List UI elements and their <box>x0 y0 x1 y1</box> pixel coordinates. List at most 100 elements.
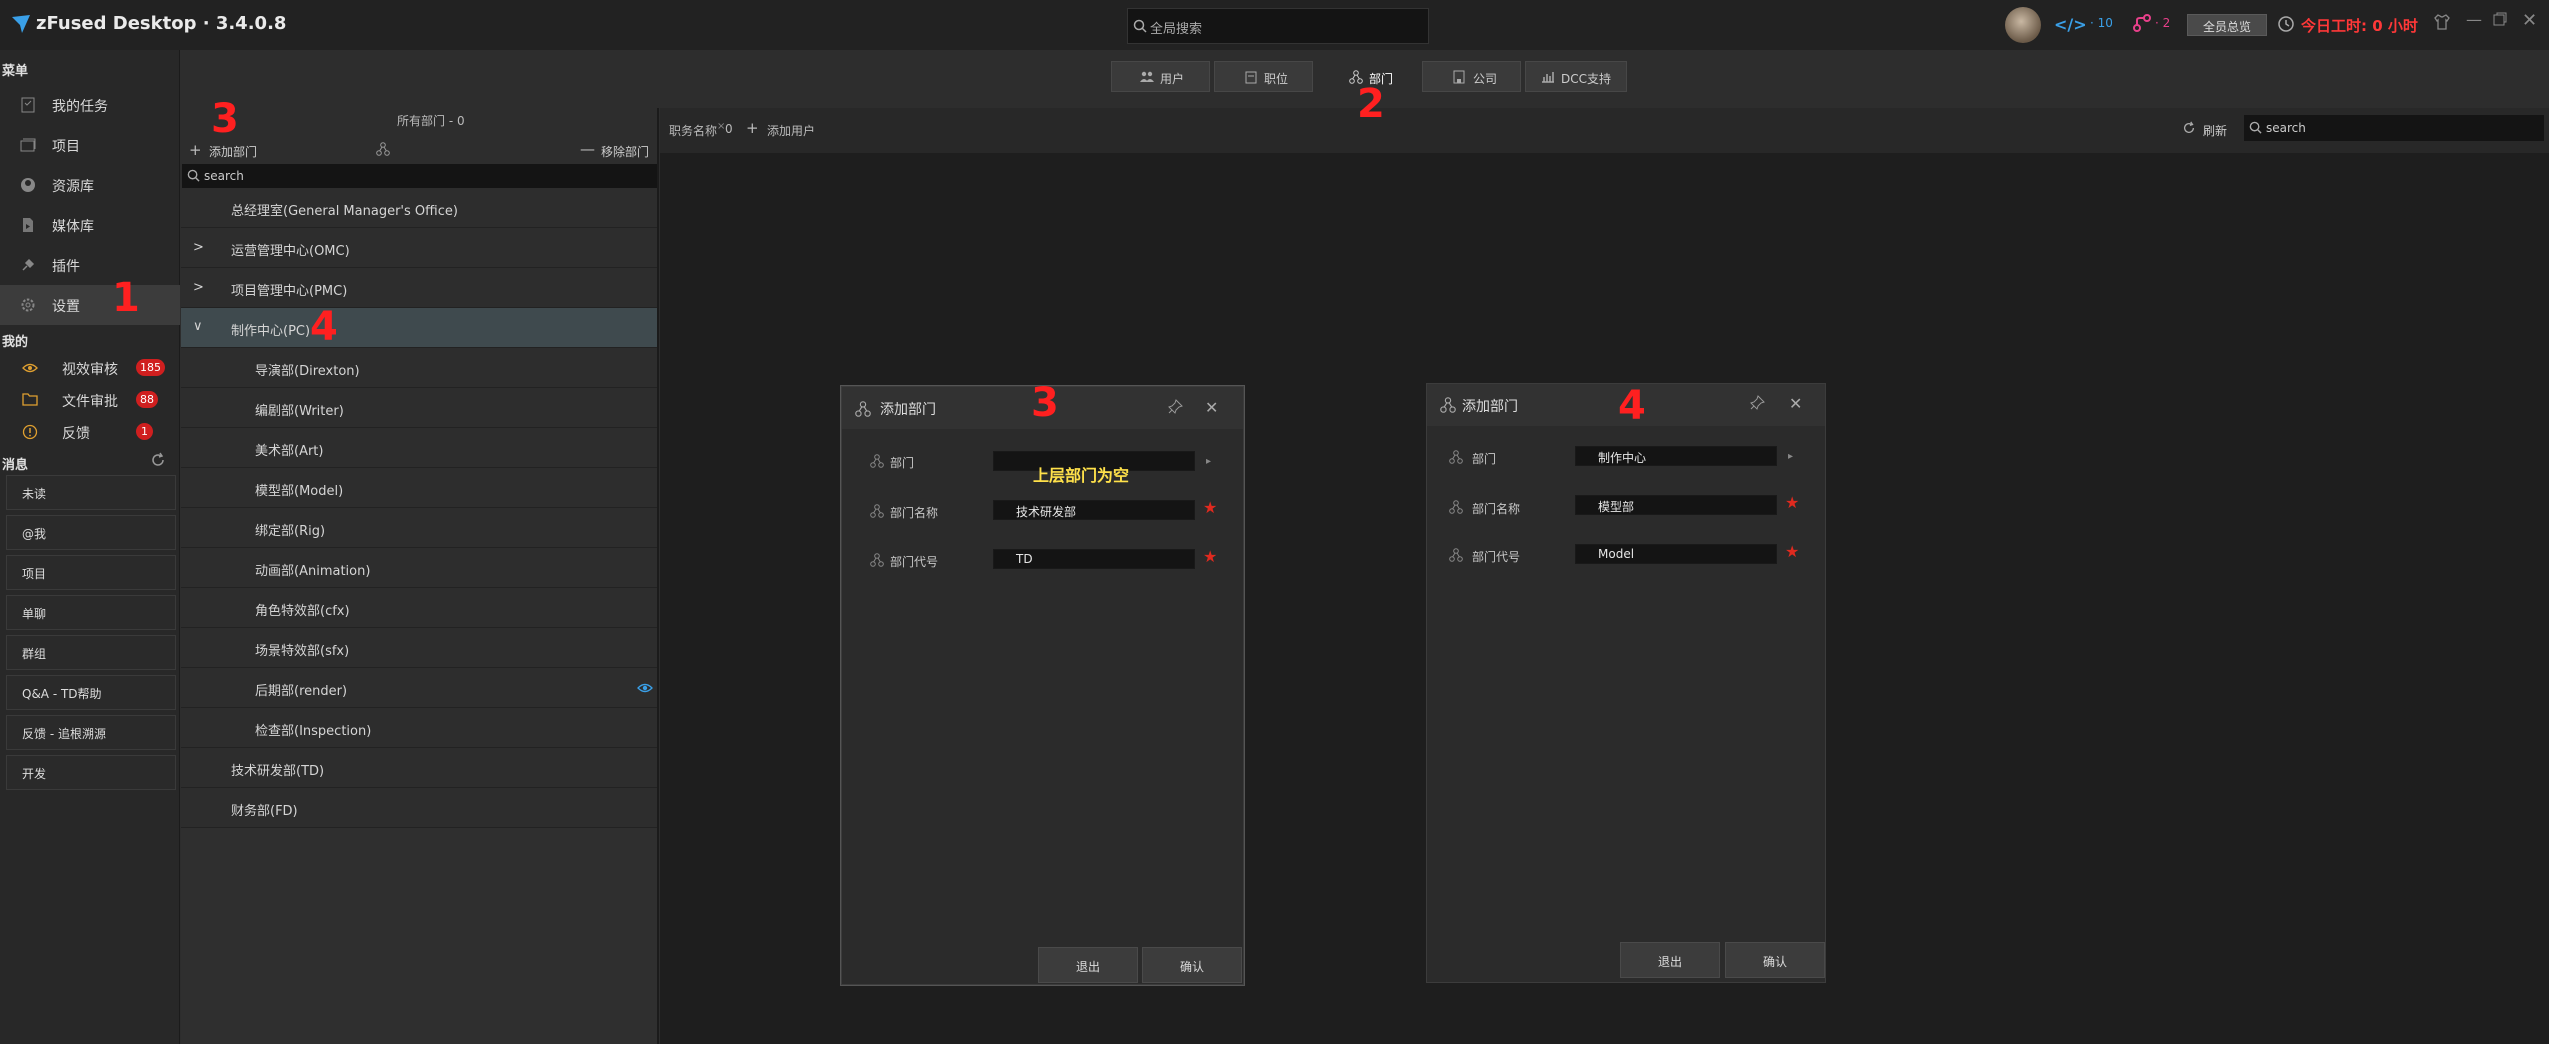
menu-section-title: 菜单 <box>2 64 29 79</box>
filter-position-label[interactable]: 职务名称 <box>669 122 717 139</box>
dept-row[interactable]: 模型部(Model) <box>181 468 658 508</box>
dept-row[interactable]: 导演部(Direxton) <box>181 348 658 388</box>
task-branch-icon[interactable] <box>2132 13 2152 33</box>
pin-icon[interactable] <box>1749 395 1765 411</box>
dept-row[interactable]: 美术部(Art) <box>181 428 658 468</box>
confirm-button[interactable]: 确认 <box>1142 947 1242 983</box>
add-user-plus-icon: + <box>746 119 759 137</box>
remove-department-button[interactable]: 移除部门 <box>601 143 649 160</box>
sidebar: 菜单 我的任务 项目 资源库 媒体库 插件 设置 我的 视效审核 185 文件审… <box>0 50 180 1044</box>
org-tree-icon <box>1440 397 1456 413</box>
cursor-pick-icon[interactable]: ▸ <box>1788 451 1793 462</box>
add-dept-plus-icon: + <box>189 141 202 159</box>
message-item-feedback[interactable]: 反馈 - 追根溯源 <box>6 715 176 750</box>
refresh-button[interactable]: 刷新 <box>2203 122 2227 139</box>
global-search-input[interactable]: 全局搜索 <box>1127 8 1429 44</box>
gear-icon <box>20 297 36 313</box>
tab-dcc-support[interactable]: DCC支持 <box>1525 61 1627 92</box>
file-approval-badge: 88 <box>136 391 158 408</box>
message-item-groups[interactable]: 群组 <box>6 635 176 670</box>
cancel-button[interactable]: 退出 <box>1620 942 1720 978</box>
message-item-direct[interactable]: 单聊 <box>6 595 176 630</box>
eye-icon[interactable] <box>637 682 653 694</box>
message-item-projects[interactable]: 项目 <box>6 555 176 590</box>
dept-search-input[interactable]: search <box>182 164 658 188</box>
search-icon <box>187 169 200 182</box>
dept-row[interactable]: 检查部(Inspection) <box>181 708 658 748</box>
minimize-icon[interactable]: — <box>2466 10 2482 29</box>
users-toolbar: 职务名称 × 0 + 添加用户 刷新 search <box>660 108 2549 153</box>
dept-name-input[interactable]: 模型部 <box>1575 495 1777 515</box>
tab-company[interactable]: 公司 <box>1422 61 1521 92</box>
message-item-mentions[interactable]: @我 <box>6 515 176 550</box>
dept-row[interactable]: 编剧部(Writer) <box>181 388 658 428</box>
skin-shirt-icon[interactable] <box>2432 12 2452 32</box>
dept-row[interactable]: 绑定部(Rig) <box>181 508 658 548</box>
dept-row[interactable]: 场景特效部(sfx) <box>181 628 658 668</box>
sidebar-item-media[interactable]: 媒体库 <box>0 205 180 245</box>
code-icon[interactable]: </> <box>2054 15 2087 34</box>
parent-dept-label: 部门 <box>890 456 915 470</box>
eye-icon <box>22 361 38 375</box>
chevron-down-icon[interactable]: ∨ <box>193 319 203 334</box>
add-department-dialog-filled: 添加部门 ✕ 部门 制作中心 ▸ 部门名称 模型部 ★ 部门代号 Model ★… <box>1426 383 1826 983</box>
tab-positions[interactable]: 职位 <box>1214 61 1313 92</box>
maximize-icon[interactable] <box>2492 11 2508 27</box>
sidebar-item-plugins[interactable]: 插件 <box>0 245 180 285</box>
close-icon[interactable]: ✕ <box>1789 394 1802 413</box>
org-tree-icon <box>855 401 871 417</box>
task-count: 2 <box>2162 16 2171 30</box>
media-file-icon <box>20 217 36 233</box>
message-item-unread[interactable]: 未读 <box>6 475 176 510</box>
add-department-button[interactable]: 添加部门 <box>209 143 257 160</box>
required-star-icon: ★ <box>1785 542 1800 561</box>
message-item-qa[interactable]: Q&A - TD帮助 <box>6 675 176 710</box>
required-star-icon: ★ <box>1203 547 1218 566</box>
sidebar-item-file-approval[interactable]: 文件审批 88 <box>0 384 180 416</box>
parent-dept-input[interactable]: 制作中心 <box>1575 446 1777 466</box>
dialog-title: 添加部门 <box>1462 399 1518 415</box>
app-title: zFused Desktop · 3.4.0.8 <box>36 13 287 34</box>
cursor-pick-icon[interactable]: ▸ <box>1206 456 1211 467</box>
refresh-messages-icon[interactable] <box>150 452 166 468</box>
dept-row[interactable]: 财务部(FD) <box>181 788 658 828</box>
confirm-button[interactable]: 确认 <box>1725 942 1825 978</box>
sidebar-item-settings[interactable]: 设置 <box>0 285 180 325</box>
sidebar-item-my-tasks[interactable]: 我的任务 <box>0 85 180 125</box>
cancel-button[interactable]: 退出 <box>1038 947 1138 983</box>
dept-row[interactable]: 动画部(Animation) <box>181 548 658 588</box>
dept-row[interactable]: 技术研发部(TD) <box>181 748 658 788</box>
tab-users[interactable]: 用户 <box>1111 61 1210 92</box>
chevron-right-icon[interactable]: > <box>193 240 204 255</box>
dept-row[interactable]: 后期部(render) <box>181 668 658 708</box>
chevron-right-icon[interactable]: > <box>193 280 204 295</box>
dept-name-label: 部门名称 <box>890 506 939 520</box>
dept-row[interactable]: > 运营管理中心(OMC) <box>181 228 658 268</box>
close-icon[interactable]: ✕ <box>1205 398 1218 417</box>
app-logo-icon <box>10 13 32 35</box>
dept-code-input[interactable]: Model <box>1575 544 1777 564</box>
pin-icon[interactable] <box>1167 399 1183 415</box>
vfx-review-badge: 185 <box>136 359 165 376</box>
add-user-button[interactable]: 添加用户 <box>767 122 815 139</box>
department-tree: 总经理室(General Manager's Office) > 运营管理中心(O… <box>181 188 658 828</box>
dept-name-input[interactable]: 技术研发部 <box>993 500 1195 520</box>
dept-row[interactable]: > 项目管理中心(PMC) <box>181 268 658 308</box>
overview-button[interactable]: 全员总览 <box>2187 14 2267 36</box>
close-icon[interactable]: ✕ <box>2522 10 2537 31</box>
message-item-dev[interactable]: 开发 <box>6 755 176 790</box>
sidebar-item-projects[interactable]: 项目 <box>0 125 180 165</box>
sidebar-item-vfx-review[interactable]: 视效审核 185 <box>0 352 180 384</box>
refresh-icon[interactable] <box>2182 121 2196 135</box>
dept-row[interactable]: 总经理室(General Manager's Office) <box>181 188 658 228</box>
avatar[interactable] <box>2005 7 2041 43</box>
users-search-input[interactable]: search <box>2244 115 2544 141</box>
sidebar-item-assets[interactable]: 资源库 <box>0 165 180 205</box>
messages-section-title: 消息 <box>2 458 29 473</box>
dept-row[interactable]: 角色特效部(cfx) <box>181 588 658 628</box>
add-department-dialog: 添加部门 ✕ 部门 ▸ 上层部门为空 部门名称 技术研发部 ★ 部门代号 TD … <box>841 386 1244 985</box>
dept-row-selected[interactable]: ∨ 制作中心(PC) <box>181 308 658 348</box>
checklist-icon <box>20 97 36 113</box>
sidebar-item-feedback[interactable]: 反馈 1 <box>0 416 180 448</box>
dept-code-input[interactable]: TD <box>993 549 1195 569</box>
